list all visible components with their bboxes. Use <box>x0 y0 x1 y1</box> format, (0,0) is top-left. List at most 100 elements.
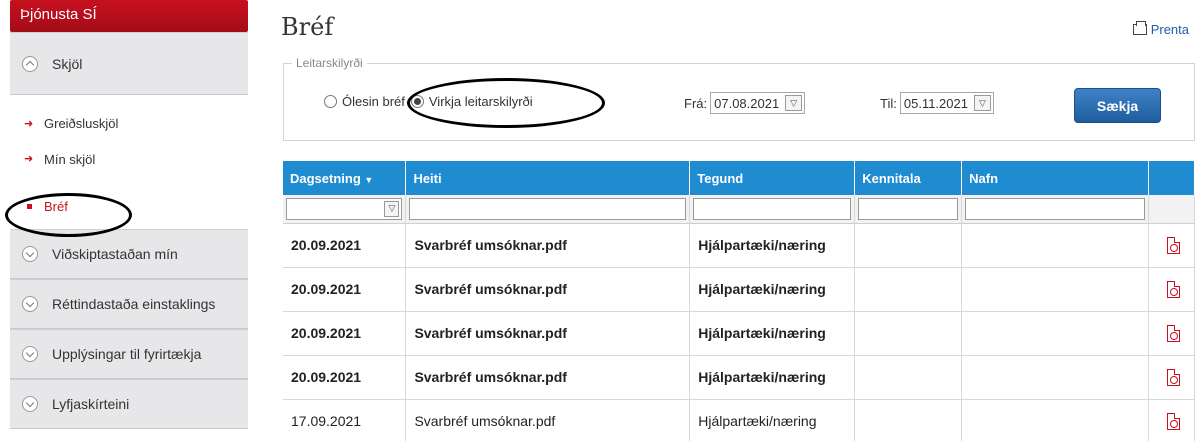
table-header-row: Dagsetning ▼ Heiti Tegund Kennitala Nafn <box>283 161 1195 195</box>
date-from-group: Frá: 07.08.2021 ▽ <box>684 92 806 114</box>
date-to-value: 05.11.2021 <box>903 95 968 111</box>
sidebar-section-vidskiptastadan[interactable]: Viðskiptastaðan mín <box>10 229 248 279</box>
sidebar-header: Þjónusta SÍ <box>10 0 248 32</box>
printer-icon <box>1132 21 1147 35</box>
letters-table: Dagsetning ▼ Heiti Tegund Kennitala Nafn… <box>283 161 1195 441</box>
sidebar-section-label: Lyfjaskírteini <box>52 396 130 412</box>
expand-icon <box>22 396 38 412</box>
filter-type-input[interactable] <box>693 197 852 220</box>
pdf-icon[interactable] <box>1166 412 1180 430</box>
sidebar-section-lyfjaskirteini[interactable]: Lyfjaskírteini <box>10 379 248 429</box>
sidebar-item-label: Mín skjöl <box>44 152 96 167</box>
cell-nafn <box>961 223 1149 268</box>
cell-action <box>1148 399 1195 441</box>
cell-date: 20.09.2021 <box>283 267 407 312</box>
filter-nafn-input[interactable] <box>965 197 1145 220</box>
sidebar-item-min-skjol[interactable]: ➜ Mín skjöl <box>10 152 248 195</box>
filter-cell <box>961 195 1149 224</box>
expand-icon <box>22 296 38 312</box>
cell-kennitala <box>854 223 963 268</box>
cell-kennitala <box>854 355 963 400</box>
date-to-label: Til: <box>880 95 897 111</box>
cell-action <box>1148 267 1195 312</box>
filter-cell <box>689 195 856 224</box>
expand-icon <box>22 246 38 262</box>
date-from-value: 07.08.2021 <box>714 95 780 111</box>
chevron-down-icon[interactable]: ▽ <box>973 95 991 111</box>
filter-cell: ▽ <box>283 195 407 224</box>
table-row[interactable]: 17.09.2021 Svarbréf umsóknar.pdf Hjálpar… <box>283 399 1195 441</box>
cell-date: 17.09.2021 <box>283 399 407 441</box>
cell-nafn <box>961 399 1149 441</box>
radio-unread[interactable] <box>324 95 337 108</box>
pdf-icon[interactable] <box>1166 280 1180 298</box>
sidebar-section-label: Réttindastaða einstaklings <box>52 296 216 312</box>
sidebar-section-rettindastada[interactable]: Réttindastaða einstaklings <box>10 279 248 329</box>
sidebar-item-label: Greiðsluskjöl <box>44 116 119 131</box>
cell-type: Hjálpartæki/næring <box>689 223 856 268</box>
annotation-ellipse-radio <box>407 78 605 128</box>
sidebar-section-label: Viðskiptastaðan mín <box>52 246 178 262</box>
page-title: Bréf <box>281 13 334 41</box>
date-from-label: Frá: <box>684 95 708 111</box>
col-header-type[interactable]: Tegund <box>689 161 856 195</box>
main-content: Bréf Prenta Leitarskilyrði Ólesin bréf V… <box>281 0 1195 441</box>
cell-name[interactable]: Svarbréf umsóknar.pdf <box>405 355 691 400</box>
cell-type: Hjálpartæki/næring <box>689 267 856 312</box>
expand-icon <box>22 346 38 362</box>
filter-cell <box>405 195 691 224</box>
col-header-nafn[interactable]: Nafn <box>961 161 1149 195</box>
pdf-icon[interactable] <box>1166 324 1180 342</box>
filter-name-input[interactable] <box>409 197 687 220</box>
col-header-label: Dagsetning <box>290 170 361 186</box>
cell-date: 20.09.2021 <box>283 223 407 268</box>
cell-action <box>1148 355 1195 400</box>
radio-unread-label[interactable]: Ólesin bréf <box>342 94 405 109</box>
cell-nafn <box>961 267 1149 312</box>
cell-nafn <box>961 355 1149 400</box>
chevron-down-icon[interactable]: ▽ <box>785 95 803 111</box>
collapse-icon <box>22 55 38 72</box>
table-row[interactable]: 20.09.2021 Svarbréf umsóknar.pdf Hjálpar… <box>283 267 1195 312</box>
table-row[interactable]: 20.09.2021 Svarbréf umsóknar.pdf Hjálpar… <box>283 355 1195 400</box>
filter-date-select[interactable]: ▽ <box>286 197 403 220</box>
print-label: Prenta <box>1150 22 1189 37</box>
cell-action <box>1148 223 1195 268</box>
date-to-group: Til: 05.11.2021 ▽ <box>880 92 994 114</box>
sidebar-section-skjol[interactable]: Skjöl <box>10 32 248 95</box>
date-from-input[interactable]: 07.08.2021 ▽ <box>710 92 806 114</box>
table-row[interactable]: 20.09.2021 Svarbréf umsóknar.pdf Hjálpar… <box>283 311 1195 356</box>
cell-type: Hjálpartæki/næring <box>689 399 856 441</box>
sidebar-item-greidsluskjol[interactable]: ➜ Greiðsluskjöl <box>10 95 248 152</box>
annotation-ellipse-bref <box>5 193 132 237</box>
cell-nafn <box>961 311 1149 356</box>
cell-name[interactable]: Svarbréf umsóknar.pdf <box>405 311 691 356</box>
cell-kennitala <box>854 267 963 312</box>
filter-row: ▽ <box>283 195 1195 224</box>
cell-name[interactable]: Svarbréf umsóknar.pdf <box>405 399 691 441</box>
cell-date: 20.09.2021 <box>283 311 407 356</box>
date-to-input[interactable]: 05.11.2021 ▽ <box>899 92 994 114</box>
col-header-date[interactable]: Dagsetning ▼ <box>283 161 407 195</box>
filter-kennitala-input[interactable] <box>858 197 959 220</box>
pdf-icon[interactable] <box>1166 368 1180 386</box>
col-header-name[interactable]: Heiti <box>405 161 691 195</box>
sidebar-section-label: Upplýsingar til fyrirtækja <box>52 346 202 362</box>
cell-date: 20.09.2021 <box>283 355 407 400</box>
cell-kennitala <box>854 399 963 441</box>
search-button[interactable]: Sækja <box>1074 88 1161 123</box>
cell-kennitala <box>854 311 963 356</box>
print-link[interactable]: Prenta <box>1132 21 1189 37</box>
sidebar-section-upplysingar[interactable]: Upplýsingar til fyrirtækja <box>10 329 248 379</box>
cell-type: Hjálpartæki/næring <box>689 311 856 356</box>
col-header-kennitala[interactable]: Kennitala <box>854 161 963 195</box>
cell-action <box>1148 311 1195 356</box>
search-criteria-legend: Leitarskilyrði <box>292 56 367 70</box>
cell-name[interactable]: Svarbréf umsóknar.pdf <box>405 223 691 268</box>
chevron-down-icon[interactable]: ▽ <box>384 200 400 217</box>
arrow-right-icon: ➜ <box>24 118 34 130</box>
filter-cell <box>854 195 963 224</box>
cell-name[interactable]: Svarbréf umsóknar.pdf <box>405 267 691 312</box>
table-row[interactable]: 20.09.2021 Svarbréf umsóknar.pdf Hjálpar… <box>283 223 1195 268</box>
pdf-icon[interactable] <box>1166 236 1180 254</box>
